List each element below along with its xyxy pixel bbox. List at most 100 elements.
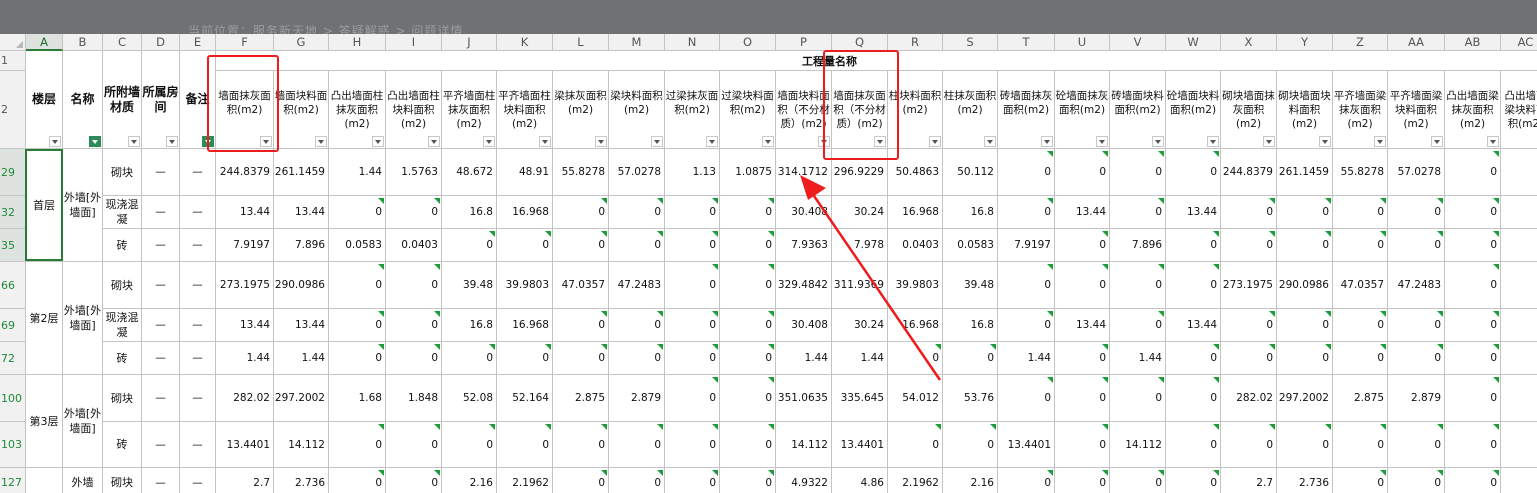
table-cell[interactable]: 2.875 xyxy=(553,375,609,422)
cell-material[interactable]: 砖 xyxy=(103,229,142,262)
header-metric-16[interactable]: 砼墙面抹灰面积(m2) xyxy=(1055,71,1110,149)
table-cell[interactable]: 52.164 xyxy=(497,375,553,422)
table-cell[interactable]: 0 xyxy=(1055,262,1110,309)
table-cell[interactable]: 0 xyxy=(665,262,720,309)
table-cell[interactable]: 0 xyxy=(888,342,943,375)
table-cell[interactable]: 7.896 xyxy=(274,229,329,262)
table-cell[interactable]: 30.24 xyxy=(832,309,888,342)
table-cell[interactable]: 0 xyxy=(1445,229,1501,262)
table-cell[interactable]: 0 xyxy=(1110,309,1166,342)
table-cell[interactable]: 7.9197 xyxy=(998,229,1055,262)
group-floor-1[interactable]: 首层 xyxy=(26,149,63,262)
table-cell[interactable]: 0 xyxy=(998,375,1055,422)
table-cell[interactable]: 0 xyxy=(609,196,665,229)
column-header-d[interactable]: D xyxy=(142,34,180,51)
table-cell[interactable]: 0 xyxy=(609,229,665,262)
filter-dropdown-icon[interactable] xyxy=(1487,136,1499,147)
header-metric-8[interactable]: 梁块料面积(m2) xyxy=(609,71,665,149)
table-cell[interactable]: 0 xyxy=(998,262,1055,309)
table-cell[interactable]: 47.0357 xyxy=(1333,262,1388,309)
header-metric-10[interactable]: 过梁块料面积(m2) xyxy=(720,71,776,149)
row-header-103[interactable]: 103 xyxy=(0,422,26,468)
column-header-p[interactable]: P xyxy=(776,34,832,51)
filter-dropdown-icon[interactable] xyxy=(539,136,551,147)
cell-material[interactable]: 砖 xyxy=(103,342,142,375)
cell-remark[interactable]: — xyxy=(180,309,216,342)
row-header-1[interactable]: 1 xyxy=(0,51,26,71)
cell-room[interactable]: — xyxy=(142,196,180,229)
column-header-j[interactable]: J xyxy=(442,34,497,51)
table-cell[interactable]: 0 xyxy=(943,422,998,468)
table-cell[interactable]: 297.2002 xyxy=(1277,375,1333,422)
table-cell[interactable]: 0 xyxy=(329,309,386,342)
table-cell[interactable]: 0 xyxy=(1221,229,1277,262)
cell-remark[interactable]: — xyxy=(180,422,216,468)
table-cell[interactable]: 0 xyxy=(720,262,776,309)
table-cell[interactable]: 1.44 xyxy=(832,342,888,375)
filter-dropdown-icon[interactable] xyxy=(428,136,440,147)
filter-dropdown-icon[interactable] xyxy=(372,136,384,147)
row-header-32[interactable]: 32 xyxy=(0,196,26,229)
table-cell[interactable]: 0 xyxy=(665,229,720,262)
table-cell[interactable]: 0 xyxy=(1055,342,1110,375)
filter-dropdown-icon[interactable] xyxy=(483,136,495,147)
table-cell[interactable]: 0 xyxy=(1388,342,1445,375)
filter-dropdown-icon[interactable] xyxy=(1263,136,1275,147)
table-cell[interactable]: 2.1962 xyxy=(888,468,943,493)
table-cell[interactable]: 39.9803 xyxy=(888,262,943,309)
table-cell[interactable]: 282.02 xyxy=(1221,375,1277,422)
row-header-66[interactable]: 66 xyxy=(0,262,26,309)
cell-remark[interactable]: — xyxy=(180,149,216,196)
table-cell[interactable]: 0.0583 xyxy=(329,229,386,262)
header-metric-15[interactable]: 砖墙面抹灰面积(m2) xyxy=(998,71,1055,149)
table-cell[interactable]: 2.879 xyxy=(609,375,665,422)
table-cell[interactable]: 0 xyxy=(1055,229,1110,262)
header-metric-6[interactable]: 平齐墙面柱块料面积(m2) xyxy=(497,71,553,149)
cell-remark[interactable]: — xyxy=(180,196,216,229)
table-cell[interactable]: 0 xyxy=(1333,196,1388,229)
table-cell[interactable]: 0 xyxy=(1221,422,1277,468)
column-header-m[interactable]: M xyxy=(609,34,665,51)
table-cell[interactable]: 335.645 xyxy=(832,375,888,422)
table-cell[interactable]: 0 xyxy=(329,468,386,493)
table-cell[interactable]: 16.8 xyxy=(943,196,998,229)
table-cell[interactable]: 57.0278 xyxy=(609,149,665,196)
table-cell[interactable]: 311.9369 xyxy=(832,262,888,309)
header-floor[interactable]: 楼层 xyxy=(26,51,63,149)
table-cell[interactable]: 296.9229 xyxy=(832,149,888,196)
header-remark[interactable]: 备注 xyxy=(180,51,216,149)
cell-remark[interactable]: — xyxy=(180,342,216,375)
header-metric-18[interactable]: 砼墙面块料面积(m2) xyxy=(1166,71,1221,149)
group-floor-2[interactable]: 第2层 xyxy=(26,262,63,375)
table-cell[interactable]: 13.4401 xyxy=(216,422,274,468)
table-cell[interactable]: 7.896 xyxy=(1110,229,1166,262)
table-cell[interactable]: 1.68 xyxy=(329,375,386,422)
cell-remark[interactable]: — xyxy=(180,229,216,262)
column-header-ac[interactable]: AC xyxy=(1501,34,1537,51)
filter-dropdown-icon[interactable] xyxy=(1041,136,1053,147)
table-cell[interactable]: 13.44 xyxy=(1055,196,1110,229)
table-cell[interactable]: 13.4401 xyxy=(832,422,888,468)
table-cell[interactable]: 0 xyxy=(998,149,1055,196)
table-cell[interactable]: 0 xyxy=(1110,196,1166,229)
table-cell[interactable]: 0 xyxy=(386,309,442,342)
row-header-29[interactable]: 29 xyxy=(0,149,26,196)
table-cell[interactable]: 0 xyxy=(329,262,386,309)
table-cell[interactable]: 0 xyxy=(720,375,776,422)
table-cell[interactable]: 0 xyxy=(1277,196,1333,229)
select-all-corner[interactable] xyxy=(0,34,26,51)
table-cell[interactable]: 0 xyxy=(386,196,442,229)
table-cell[interactable]: 50.112 xyxy=(943,149,998,196)
table-cell[interactable]: 273.1975 xyxy=(216,262,274,309)
table-cell[interactable]: 0 xyxy=(553,196,609,229)
header-metric-12[interactable]: 墙面抹灰面积（不分材质）(m2) xyxy=(832,71,888,149)
table-cell[interactable]: 1.44 xyxy=(274,342,329,375)
filter-dropdown-icon[interactable] xyxy=(818,136,830,147)
column-header-a[interactable]: A xyxy=(26,34,63,51)
table-cell[interactable]: 47.0357 xyxy=(553,262,609,309)
filter-dropdown-icon[interactable] xyxy=(1374,136,1386,147)
table-cell[interactable]: 14.112 xyxy=(274,422,329,468)
table-cell[interactable]: 329.4842 xyxy=(776,262,832,309)
cell-room[interactable]: — xyxy=(142,309,180,342)
table-cell[interactable]: 0 xyxy=(1388,309,1445,342)
